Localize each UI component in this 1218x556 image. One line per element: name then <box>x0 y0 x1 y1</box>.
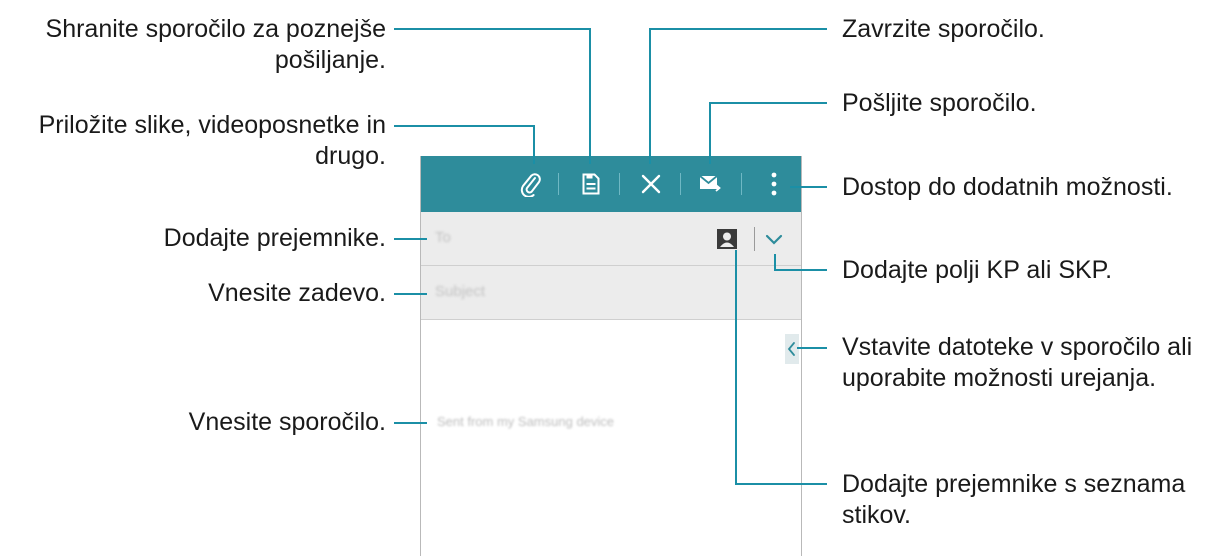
callout-discard: Zavrzite sporočilo. <box>842 15 1045 43</box>
contact-picker-button[interactable] <box>716 228 738 250</box>
send-button[interactable] <box>693 156 727 212</box>
subject-placeholder: Subject <box>435 283 486 300</box>
callout-insert-line2: uporabite možnosti urejanja. <box>842 364 1157 392</box>
callout-save-line1: Shranite sporočilo za poznejše <box>45 15 386 43</box>
leader-cc-bcc-v <box>774 254 776 270</box>
leader-send-h <box>709 102 827 104</box>
send-icon <box>699 175 721 192</box>
callout-insert: Vstavite datoteke v sporočilo ali uporab… <box>842 332 1192 394</box>
callout-subject: Vnesite zadevo. <box>208 279 386 307</box>
chevron-down-icon <box>765 234 783 245</box>
email-compose-screen: To Subject Sent from my Samsung device <box>420 156 802 556</box>
callout-attach: Priložite slike, videoposnetke in drugo. <box>39 110 386 172</box>
leader-contacts-v <box>735 250 737 484</box>
contact-icon <box>717 229 737 249</box>
toolbar-separator <box>680 173 681 195</box>
leader-insert <box>797 347 827 349</box>
message-signature[interactable]: Sent from my Samsung device <box>437 414 614 429</box>
callout-attach-line1: Priložite slike, videoposnetke in <box>38 111 386 139</box>
save-button[interactable] <box>574 156 608 212</box>
callout-contacts-line1: Dodajte prejemnike s seznama <box>842 470 1186 498</box>
leader-cc-bcc-h <box>774 269 827 271</box>
more-options-button[interactable] <box>757 156 791 212</box>
paperclip-icon <box>520 173 541 197</box>
toolbar-separator <box>558 173 559 195</box>
leader-save-h <box>394 28 590 30</box>
callout-contacts: Dodajte prejemnike s seznama stikov. <box>842 469 1185 531</box>
leader-send-v <box>709 102 711 164</box>
callout-contacts-line2: stikov. <box>842 501 911 529</box>
callout-attach-line2: drugo. <box>315 142 386 170</box>
callout-more: Dostop do dodatnih možnosti. <box>842 173 1173 201</box>
to-placeholder: To <box>435 229 451 246</box>
discard-button[interactable] <box>634 156 668 212</box>
leader-save-v <box>589 28 591 164</box>
leader-attach-v <box>533 125 535 164</box>
callout-save-line2: pošiljanje. <box>274 46 386 74</box>
leader-attach-h <box>394 125 534 127</box>
callout-save: Shranite sporočilo za poznejše pošiljanj… <box>46 14 386 76</box>
toolbar-separator <box>619 173 620 195</box>
leader-recipients <box>394 238 427 240</box>
callout-recipients: Dodajte prejemnike. <box>163 224 386 252</box>
leader-discard-h <box>649 28 827 30</box>
callout-cc-bcc: Dodajte polji KP ali SKP. <box>842 256 1113 284</box>
to-field[interactable]: To <box>421 212 801 266</box>
save-icon <box>582 173 600 195</box>
close-icon <box>641 174 661 194</box>
attach-button[interactable] <box>514 156 548 212</box>
leader-discard-v <box>649 28 651 164</box>
callout-send: Pošljite sporočilo. <box>842 89 1037 117</box>
leader-subject <box>394 293 427 295</box>
more-icon <box>771 172 777 196</box>
leader-contacts-h <box>735 483 827 485</box>
callout-insert-line1: Vstavite datoteke v sporočilo ali <box>842 333 1193 361</box>
field-separator <box>754 227 755 251</box>
leader-message <box>394 422 427 424</box>
callout-message: Vnesite sporočilo. <box>188 408 386 436</box>
cc-bcc-toggle[interactable] <box>764 229 786 249</box>
toolbar-separator <box>741 173 742 195</box>
chevron-left-icon <box>787 342 795 356</box>
leader-more <box>790 186 827 188</box>
compose-toolbar <box>421 156 801 212</box>
subject-field[interactable]: Subject <box>421 266 801 320</box>
insert-panel-handle[interactable] <box>785 334 799 364</box>
